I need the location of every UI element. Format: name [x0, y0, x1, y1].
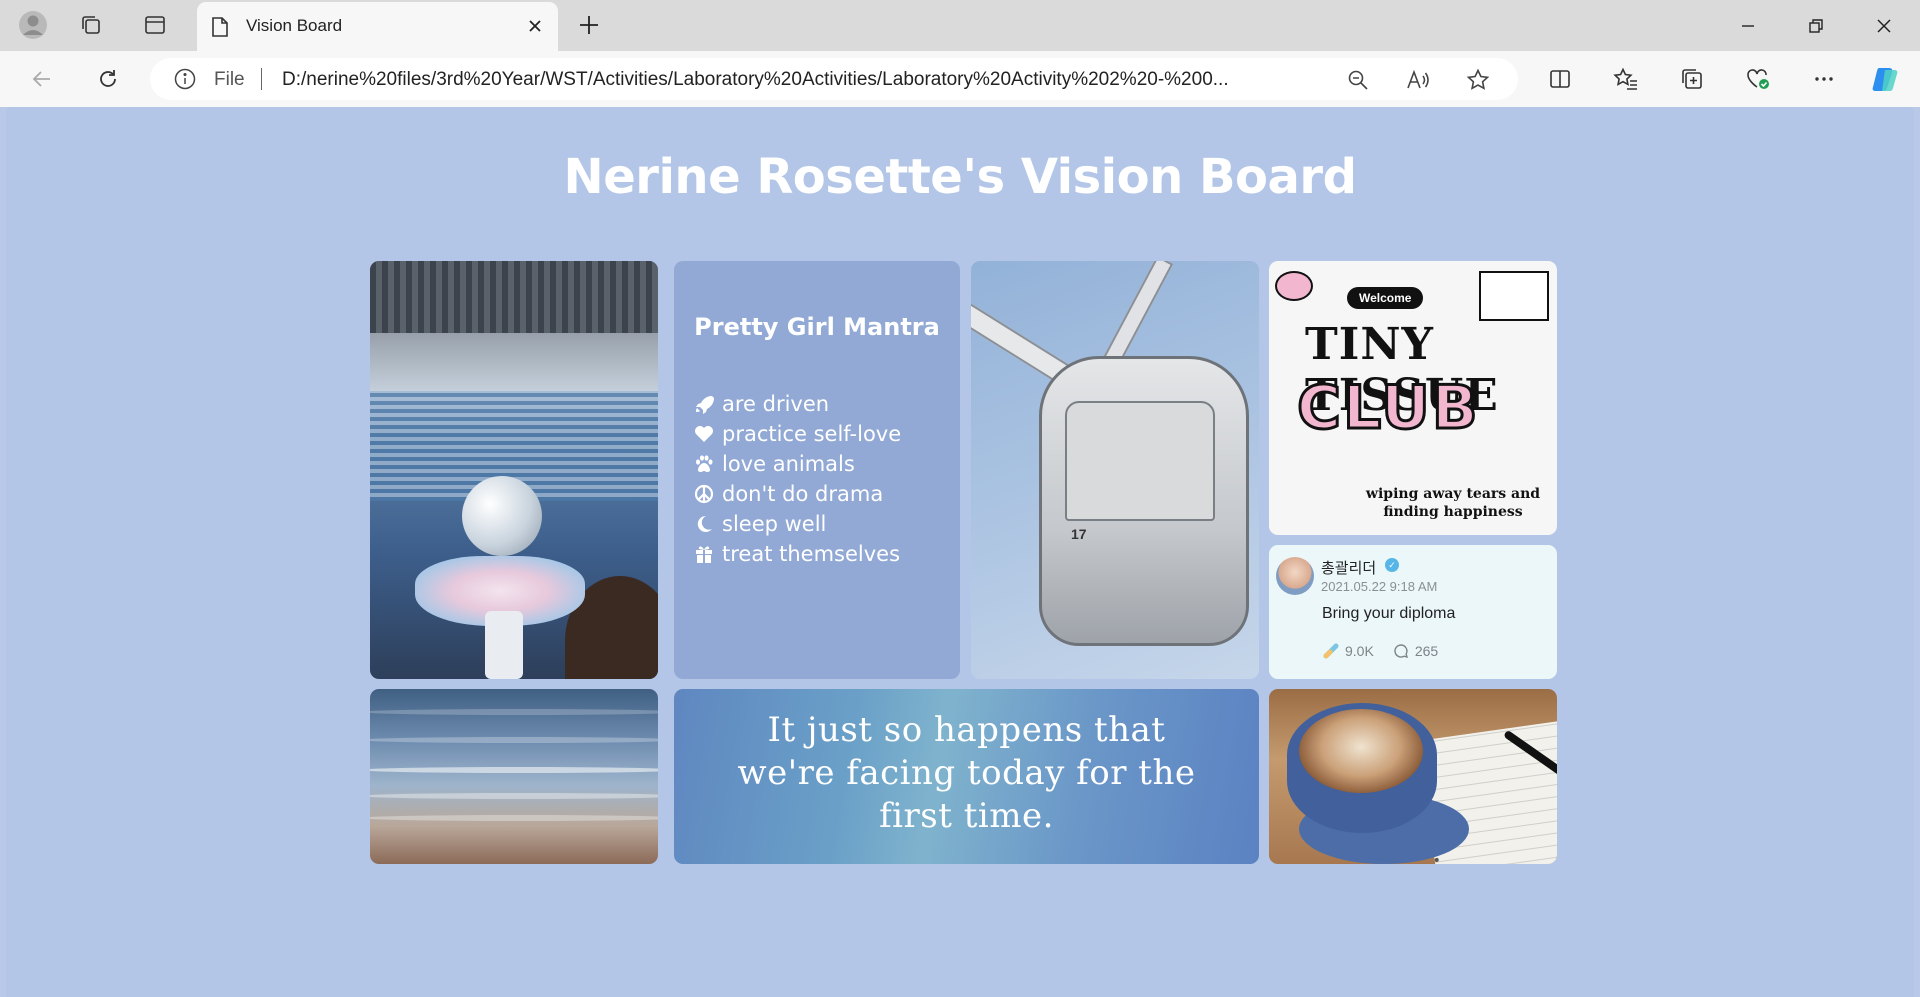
page-title: Nerine Rosette's Vision Board: [563, 149, 1357, 205]
list-item: treat themselves: [692, 539, 901, 569]
post-author-name: 총괄리더: [1321, 559, 1377, 577]
quote-card: It just so happens that we're facing tod…: [674, 689, 1259, 864]
copilot-icon[interactable]: [1868, 61, 1904, 97]
paw-icon: [692, 453, 716, 475]
mantra-list: are driven practice self-love love anima…: [692, 389, 901, 569]
stadium-roof: [370, 261, 658, 333]
moon-icon: [692, 513, 716, 535]
social-post-card: 총괄리더 ✓ 2021.05.22 9:18 AM Bring your dip…: [1269, 545, 1557, 679]
list-item: love animals: [692, 449, 901, 479]
wave-line: [370, 793, 658, 799]
back-icon[interactable]: [24, 61, 60, 97]
pink-cloud-icon: [1275, 271, 1313, 301]
peace-icon: [692, 483, 716, 505]
tissue-club-word: CLUB: [1296, 372, 1480, 445]
site-info-icon[interactable]: [174, 68, 196, 95]
tissue-club-poster: Welcome TINY TISSUE CLUB wiping away tea…: [1269, 261, 1557, 535]
avatar: [1276, 557, 1314, 595]
address-separator: [261, 68, 262, 90]
heart-icon: [692, 423, 716, 445]
tab-title: Vision Board: [246, 16, 343, 35]
active-tab[interactable]: Vision Board: [197, 2, 558, 51]
page-viewport: Nerine Rosette's Vision Board Pretty Gir…: [6, 107, 1914, 997]
latte-art: [1299, 709, 1423, 793]
post-timestamp: 2021.05.22 9:18 AM: [1321, 579, 1438, 594]
list-item: don't do drama: [692, 479, 901, 509]
new-tab-button[interactable]: [572, 8, 606, 42]
minimize-icon[interactable]: [1714, 0, 1782, 51]
quote-text: It just so happens that we're facing tod…: [737, 710, 1196, 836]
list-item: are driven: [692, 389, 901, 419]
verified-badge-icon: ✓: [1385, 558, 1399, 572]
read-aloud-icon[interactable]: [1404, 66, 1432, 94]
refresh-icon[interactable]: [90, 61, 126, 97]
post-stats: 9.0K 265: [1322, 642, 1438, 660]
address-url[interactable]: D:/nerine%20files/3rd%20Year/WST/Activit…: [282, 69, 1472, 91]
lightstick-photo: [370, 261, 658, 679]
profile-avatar-icon[interactable]: [16, 8, 50, 42]
post-text: Bring your diploma: [1322, 605, 1456, 622]
wave-line: [370, 815, 658, 821]
like-icon: [1322, 642, 1340, 660]
address-bar[interactable]: File D:/nerine%20files/3rd%20Year/WST/Ac…: [150, 58, 1518, 100]
wave-line: [370, 767, 658, 773]
split-screen-icon[interactable]: [1542, 61, 1578, 97]
comment-count: 265: [1414, 643, 1439, 659]
ocean-waves-photo: [370, 689, 658, 864]
zoom-out-icon[interactable]: [1344, 66, 1372, 94]
list-item: sleep well: [692, 509, 901, 539]
browser-toolbar: File D:/nerine%20files/3rd%20Year/WST/Ac…: [0, 51, 1920, 107]
cabin-number: 17: [1071, 526, 1087, 542]
gift-icon: [692, 543, 716, 565]
mantra-heading: Pretty Girl Mantra: [694, 313, 940, 341]
gondola-window: [1065, 401, 1215, 521]
address-scheme-label: File: [214, 69, 245, 90]
tab-actions-icon[interactable]: [138, 8, 172, 42]
restore-icon[interactable]: [1782, 0, 1850, 51]
favorite-star-icon[interactable]: [1464, 66, 1492, 94]
tissue-box-icon: [1479, 271, 1549, 321]
document-icon: [211, 16, 229, 43]
tissue-welcome-label: Welcome: [1347, 287, 1424, 309]
like-count: 9.0K: [1345, 643, 1374, 659]
favorites-icon[interactable]: [1608, 61, 1644, 97]
ferris-wheel-gondola-photo: 17: [971, 261, 1259, 679]
tissue-subtitle: wiping away tears and finding happiness: [1365, 486, 1541, 520]
lightstick-orb: [462, 476, 542, 556]
browser-tab-bar: Vision Board: [0, 0, 1920, 51]
wave-line: [370, 709, 658, 715]
wave-line: [370, 737, 658, 743]
comment-icon: [1392, 642, 1410, 660]
lightstick-handle: [485, 611, 523, 679]
more-options-icon[interactable]: [1806, 61, 1842, 97]
tab-close-icon[interactable]: [524, 15, 546, 37]
close-window-icon[interactable]: [1850, 0, 1918, 51]
collections-icon[interactable]: [1674, 61, 1710, 97]
rocket-icon: [692, 393, 716, 415]
browser-essentials-icon[interactable]: [1740, 61, 1776, 97]
mantra-card: Pretty Girl Mantra are driven practice s…: [674, 261, 960, 679]
list-item: practice self-love: [692, 419, 901, 449]
workspaces-icon[interactable]: [74, 8, 108, 42]
coffee-photo: [1269, 689, 1557, 864]
